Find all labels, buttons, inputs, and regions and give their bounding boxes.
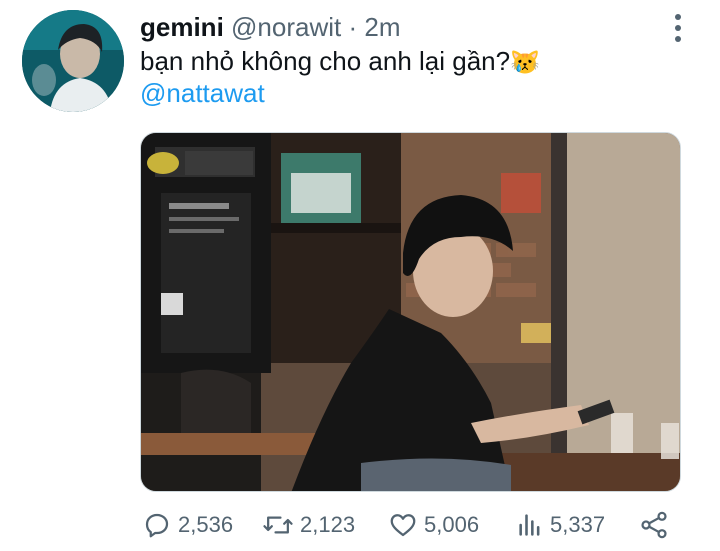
like-count: 5,006 [424,512,480,537]
retweet-button[interactable]: 2,123 [262,508,355,542]
views-button[interactable]: 5,337 [516,508,605,542]
reply-icon [145,513,169,538]
share-button[interactable] [638,508,670,542]
share-icon [641,511,667,539]
views-icon [519,514,540,536]
handle[interactable]: @norawit [231,12,341,42]
more-options-icon[interactable] [672,14,684,42]
mention-link[interactable]: @nattawat [140,78,265,109]
reply-count: 2,536 [178,512,234,537]
tweet-header: gemini @norawit · 2m [140,12,401,42]
tweet-body: bạn nhỏ không cho anh lại gần? [140,46,511,76]
timestamp[interactable]: 2m [364,12,400,42]
display-name[interactable]: gemini [140,12,224,42]
cafe-photo [141,133,680,491]
tweet-photo[interactable] [140,132,681,492]
heart-icon [390,514,416,537]
avatar-photo [22,10,124,112]
views-count: 5,337 [550,512,606,537]
tweet-text: bạn nhỏ không cho anh lại gần?😿 [140,46,540,78]
retweet-count: 2,123 [300,512,356,537]
meta-separator: · [348,12,358,42]
reply-button[interactable]: 2,536 [142,508,233,542]
retweet-icon [263,516,293,534]
profile-avatar[interactable] [22,10,124,112]
tweet-actions: 2,536 2,123 5,006 5,337 [140,508,680,542]
like-button[interactable]: 5,006 [388,508,479,542]
crying-cat-emoji: 😿 [510,49,540,76]
